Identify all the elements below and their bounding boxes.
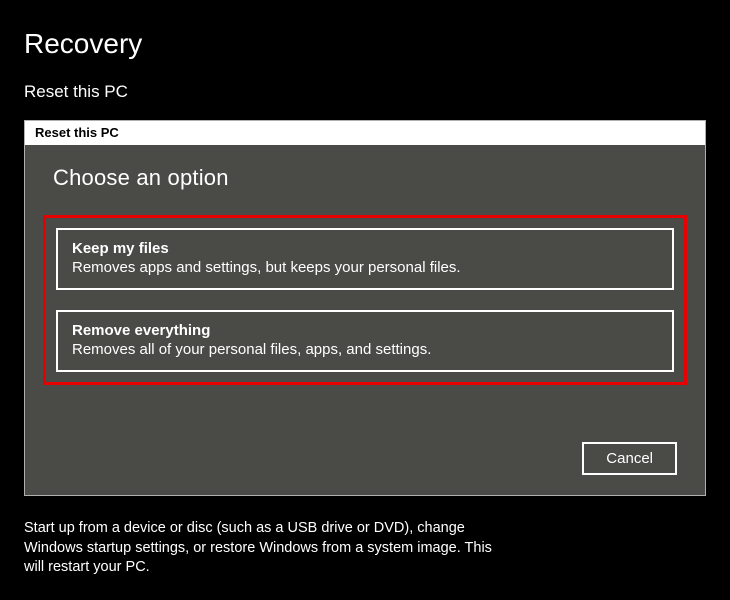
option-keep-my-files[interactable]: Keep my files Removes apps and settings,… — [56, 228, 674, 290]
options-highlight-box: Keep my files Removes apps and settings,… — [43, 215, 687, 385]
option-description: Removes all of your personal files, apps… — [72, 341, 658, 358]
reset-pc-dialog: Reset this PC Choose an option Keep my f… — [24, 120, 706, 496]
option-title: Remove everything — [72, 322, 658, 339]
dialog-titlebar: Reset this PC — [25, 121, 705, 145]
cancel-button[interactable]: Cancel — [582, 442, 677, 475]
page-title: Recovery — [0, 0, 730, 60]
page-subtitle: Reset this PC — [0, 60, 730, 102]
option-description: Removes apps and settings, but keeps you… — [72, 259, 658, 276]
dialog-heading: Choose an option — [53, 165, 677, 191]
dialog-body: Choose an option Keep my files Removes a… — [25, 145, 705, 495]
option-remove-everything[interactable]: Remove everything Removes all of your pe… — [56, 310, 674, 372]
footer-text: Start up from a device or disc (such as … — [24, 519, 504, 578]
option-title: Keep my files — [72, 240, 658, 257]
